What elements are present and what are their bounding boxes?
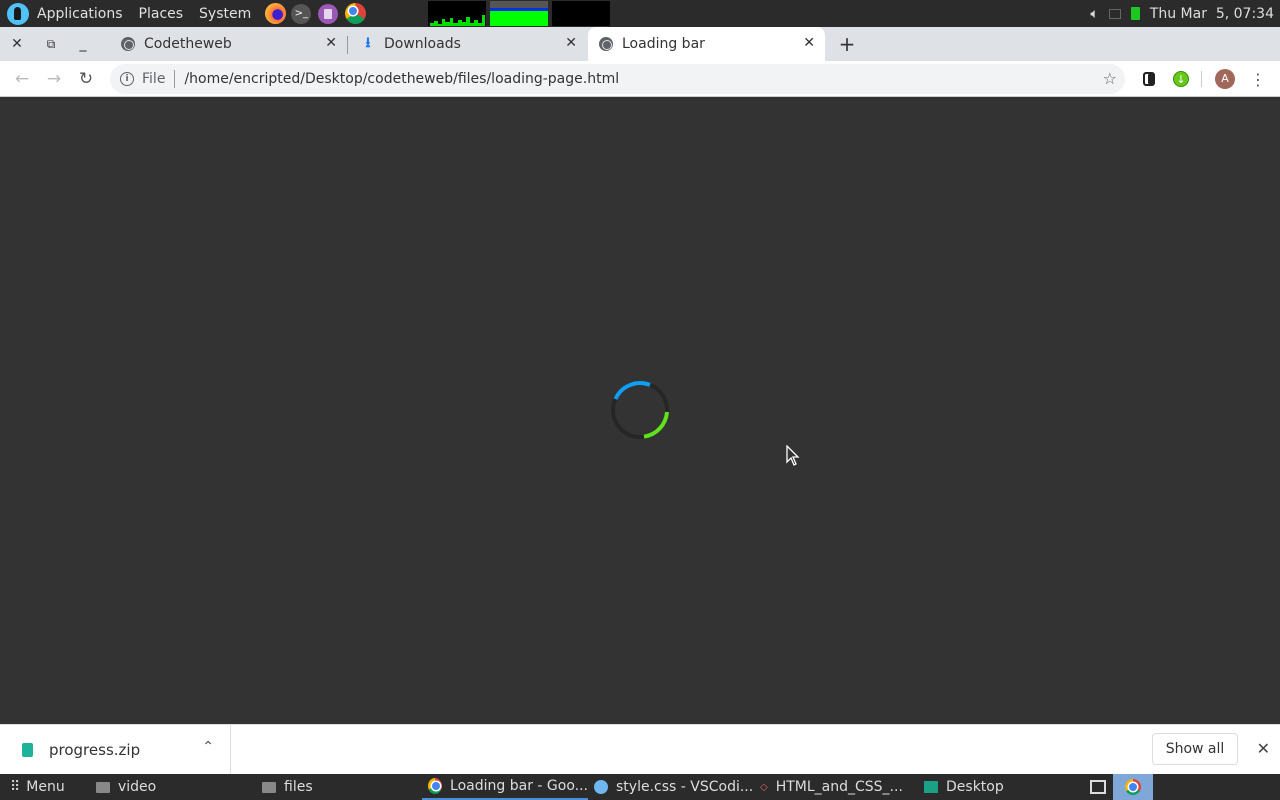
bottom-taskbar: ⠿ Menu video files Loading bar - Goo... … bbox=[0, 774, 1280, 800]
chrome-tray-icon[interactable] bbox=[1113, 774, 1153, 800]
terminal-glyph: >_ bbox=[294, 8, 308, 19]
taskbar-menu-button[interactable]: ⠿ Menu bbox=[10, 774, 65, 800]
download-icon: ⭳ bbox=[365, 35, 371, 51]
bookmark-star-icon[interactable]: ☆ bbox=[1103, 69, 1117, 88]
profile-initial: A bbox=[1215, 69, 1235, 89]
show-all-button[interactable]: Show all bbox=[1152, 733, 1238, 765]
chrome-launcher-icon[interactable] bbox=[345, 3, 367, 24]
window-close-button[interactable]: ✕ bbox=[2, 27, 32, 61]
task-label: files bbox=[284, 779, 313, 795]
tab-close-icon[interactable]: ✕ bbox=[565, 35, 577, 51]
more-menu-icon[interactable]: ⋮ bbox=[1248, 69, 1268, 89]
terminal-launcher-icon[interactable]: >_ bbox=[291, 3, 312, 24]
task-label: Desktop bbox=[946, 779, 1004, 795]
chrome-icon bbox=[428, 778, 443, 794]
system-top-panel: Applications Places System >_ 🔈︎ Thu Mar… bbox=[0, 0, 1280, 27]
battery-icon[interactable] bbox=[1130, 7, 1140, 20]
spinner-arc-green bbox=[643, 411, 669, 439]
task-label: style.css - VSCodi... bbox=[616, 779, 754, 795]
extension-download-icon[interactable]: ↓ bbox=[1171, 69, 1191, 89]
chevron-up-icon[interactable]: ⌃ bbox=[202, 739, 214, 755]
download-shelf: progress.zip ⌃ Show all ✕ bbox=[0, 724, 1280, 775]
window-minimize-button[interactable]: _ bbox=[68, 27, 98, 61]
site-info-icon[interactable]: i bbox=[120, 72, 134, 86]
volume-icon[interactable]: 🔈︎ bbox=[1090, 6, 1098, 22]
spinner-arc-blue bbox=[613, 381, 651, 400]
page-content bbox=[0, 98, 1280, 724]
file-icon bbox=[22, 743, 33, 757]
task-files[interactable]: files bbox=[262, 774, 422, 800]
app-icon: ◇ bbox=[760, 781, 768, 793]
tab-separator bbox=[347, 36, 348, 54]
task-label: Loading bar - Goo... bbox=[450, 778, 588, 794]
task-video[interactable]: video bbox=[96, 774, 256, 800]
network-disconnected-icon[interactable] bbox=[1108, 8, 1121, 19]
desktop-icon bbox=[924, 781, 938, 793]
cpu-monitor-graph bbox=[428, 1, 486, 26]
task-desktop[interactable]: Desktop bbox=[924, 774, 1004, 800]
profile-avatar[interactable]: A bbox=[1215, 69, 1235, 89]
window-restore-button[interactable]: ⧉ bbox=[36, 27, 66, 61]
folder-icon bbox=[96, 781, 110, 793]
tab-title: Loading bar bbox=[622, 36, 705, 52]
back-button[interactable]: ← bbox=[10, 67, 34, 91]
download-item[interactable]: progress.zip ⌃ bbox=[0, 725, 231, 775]
places-menu[interactable]: Places bbox=[131, 6, 192, 22]
extension-cube-icon[interactable] bbox=[1139, 69, 1159, 89]
address-divider bbox=[174, 70, 176, 88]
close-shelf-icon[interactable]: ✕ bbox=[1257, 739, 1270, 758]
task-label: HTML_and_CSS_... bbox=[775, 779, 903, 795]
task-label: video bbox=[118, 779, 157, 795]
task-html-css[interactable]: ◇ HTML_and_CSS_... bbox=[760, 774, 903, 800]
network-monitor-graph bbox=[552, 1, 610, 26]
applications-menu[interactable]: Applications bbox=[29, 6, 131, 22]
tab-close-icon[interactable]: ✕ bbox=[325, 35, 337, 51]
archive-manager-tray-icon[interactable] bbox=[1090, 774, 1110, 800]
text-editor-launcher-icon[interactable] bbox=[318, 3, 339, 24]
browser-tab-strip: ✕ ⧉ _ Codetheweb ✕ ⭳ Downloads ✕ Loading… bbox=[0, 27, 1280, 61]
vscodium-icon bbox=[594, 780, 608, 794]
chrome-icon bbox=[1125, 779, 1141, 795]
address-bar[interactable]: i File /home/encripted/Desktop/codethewe… bbox=[110, 64, 1125, 94]
download-filename: progress.zip bbox=[49, 741, 141, 759]
folder-icon bbox=[262, 781, 276, 793]
globe-icon bbox=[598, 36, 614, 52]
browser-toolbar: ← → ↻ i File /home/encripted/Desktop/cod… bbox=[0, 61, 1280, 97]
loading-spinner bbox=[611, 381, 669, 439]
reload-button[interactable]: ↻ bbox=[74, 67, 98, 91]
tab-codetheweb[interactable]: Codetheweb ✕ bbox=[110, 27, 348, 61]
tab-close-icon[interactable]: ✕ bbox=[803, 35, 815, 51]
system-menu[interactable]: System bbox=[191, 6, 259, 22]
memory-monitor-graph bbox=[490, 1, 548, 26]
globe-icon bbox=[120, 36, 136, 52]
tab-title: Codetheweb bbox=[144, 36, 232, 52]
address-url[interactable]: /home/encripted/Desktop/codetheweb/files… bbox=[184, 71, 619, 87]
tab-downloads[interactable]: ⭳ Downloads ✕ bbox=[350, 27, 587, 61]
grid-icon: ⠿ bbox=[10, 779, 20, 795]
forward-button[interactable]: → bbox=[42, 67, 66, 91]
task-vscodium[interactable]: style.css - VSCodi... bbox=[594, 774, 753, 800]
distro-logo-icon[interactable] bbox=[7, 2, 29, 25]
task-loading-bar-chrome[interactable]: Loading bar - Goo... bbox=[422, 774, 588, 800]
mouse-cursor-icon bbox=[786, 445, 800, 466]
clock[interactable]: Thu Mar 5, 07:34 bbox=[1150, 6, 1274, 22]
tab-title: Downloads bbox=[384, 36, 461, 52]
tab-loading-bar[interactable]: Loading bar ✕ bbox=[588, 27, 825, 61]
firefox-launcher-icon[interactable] bbox=[265, 3, 287, 24]
menu-label: Menu bbox=[26, 779, 65, 795]
new-tab-button[interactable]: + bbox=[832, 27, 862, 61]
address-scheme: File bbox=[142, 71, 166, 87]
toolbar-divider bbox=[1201, 71, 1202, 87]
